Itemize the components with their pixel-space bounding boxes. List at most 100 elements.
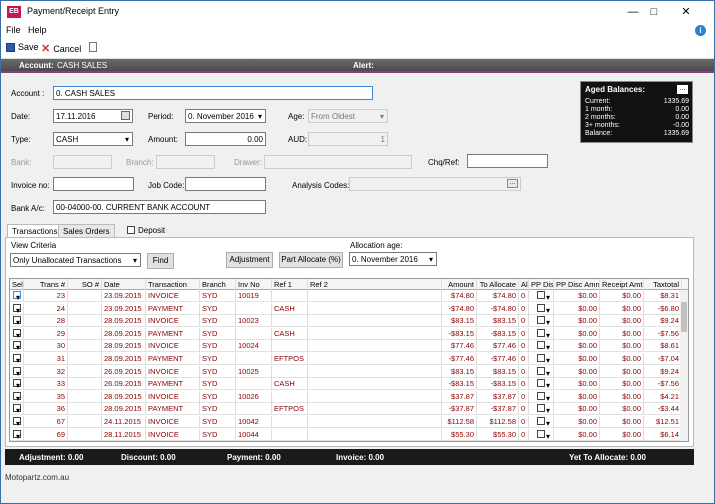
menu-help[interactable]: Help — [28, 25, 47, 35]
grid-scrollbar[interactable] — [680, 290, 688, 441]
invoice-input[interactable] — [53, 177, 134, 191]
cell-pp-disc — [529, 340, 554, 353]
column-header[interactable]: Amount — [442, 279, 477, 290]
row-select-checkbox[interactable] — [12, 303, 21, 312]
pp-disc-checkbox[interactable] — [537, 366, 545, 375]
table-row[interactable]: 3028.09.2015INVOICESYD10024$77.46$77.460… — [10, 340, 682, 353]
bank-ac-input[interactable]: 00-04000-00. CURRENT BANK ACCOUNT — [53, 200, 266, 214]
table-row[interactable]: 3528.09.2015INVOICESYD10026$37.87$37.870… — [10, 390, 682, 403]
save-button[interactable]: Save — [6, 42, 39, 52]
pp-disc-checkbox[interactable] — [537, 303, 545, 312]
branch-input[interactable] — [156, 155, 215, 169]
jobcode-input[interactable] — [185, 177, 266, 191]
row-select-checkbox[interactable] — [12, 379, 21, 388]
pp-disc-checkbox[interactable] — [537, 328, 545, 337]
column-header[interactable]: Ref 1 — [272, 279, 308, 290]
account-header-bar: Account: CASH SALES Alert: — [1, 59, 714, 73]
age-select[interactable]: From Oldest — [308, 109, 388, 123]
table-row[interactable]: 36 28.09.2015PAYMENTSYD EFTPOS -$37.87-$37.… — [10, 403, 682, 416]
type-select[interactable]: CASH — [53, 132, 133, 146]
pp-disc-checkbox[interactable] — [537, 379, 545, 388]
tab-sales-orders[interactable]: Sales Orders — [58, 224, 115, 237]
pp-disc-checkbox[interactable] — [537, 429, 545, 438]
column-header[interactable]: Trans # — [24, 279, 68, 290]
column-header[interactable]: Taxtotal — [644, 279, 682, 290]
tab-transactions[interactable]: Transactions — [7, 224, 63, 237]
cell-tx: PAYMENT — [146, 327, 200, 340]
header-account-value: CASH SALES — [57, 61, 108, 70]
pp-disc-checkbox[interactable] — [537, 341, 545, 350]
notes-button[interactable] — [89, 42, 97, 52]
column-header[interactable]: PP Disc Amnt — [554, 279, 600, 290]
table-row[interactable]: 2828.09.2015INVOICESYD10023$83.15$83.150… — [10, 315, 682, 328]
row-select-checkbox[interactable] — [12, 417, 21, 426]
amount-input[interactable]: 0.00 — [185, 132, 266, 146]
cell-ref2 — [308, 428, 442, 441]
date-input[interactable]: 17.11.2016 — [53, 109, 133, 123]
scrollbar-thumb[interactable] — [681, 302, 687, 332]
column-header[interactable]: Ref 2 — [308, 279, 442, 290]
deposit-checkbox-box[interactable] — [127, 225, 135, 234]
row-select-checkbox[interactable] — [12, 291, 21, 300]
table-row[interactable]: 24 23.09.2015PAYMENTSYD CASH -$74.80-$74.80… — [10, 302, 682, 315]
view-criteria-select[interactable]: Only Unallocated Transactions — [10, 253, 141, 267]
period-select[interactable]: 0. November 2016 — [185, 109, 266, 123]
pp-disc-checkbox[interactable] — [537, 291, 545, 300]
row-select-checkbox[interactable] — [12, 391, 21, 400]
row-select-checkbox[interactable] — [12, 341, 21, 350]
table-row[interactable]: 3226.09.2015INVOICESYD10025$83.15$83.150… — [10, 365, 682, 378]
calendar-icon[interactable] — [121, 111, 130, 120]
menu-file[interactable]: File — [6, 25, 21, 35]
row-select-checkbox[interactable] — [12, 328, 21, 337]
pp-disc-checkbox[interactable] — [537, 316, 545, 325]
column-header[interactable]: Receipt Amt — [600, 279, 644, 290]
aged-balances-title: Aged Balances: — [585, 85, 646, 94]
chqref-input[interactable] — [467, 154, 548, 168]
analysis-codes-input[interactable]: ... — [349, 177, 521, 191]
row-select-checkbox[interactable] — [12, 404, 21, 413]
table-row[interactable]: 29 28.09.2015PAYMENTSYD CASH -$83.15-$83.15… — [10, 327, 682, 340]
drawer-input[interactable] — [264, 155, 412, 169]
row-select-checkbox[interactable] — [12, 354, 21, 363]
pp-disc-checkbox[interactable] — [537, 417, 545, 426]
cancel-button[interactable]: ✕ Cancel — [41, 42, 81, 55]
column-header[interactable]: Transaction — [146, 279, 200, 290]
row-select-checkbox[interactable] — [12, 366, 21, 375]
column-header[interactable]: SO # — [68, 279, 102, 290]
adjustment-total: Adjustment: 0.00 — [19, 453, 84, 462]
find-button[interactable]: Find — [147, 253, 174, 269]
date-label: Date: — [11, 112, 31, 121]
close-button[interactable]: ✕ — [671, 3, 701, 21]
pp-disc-checkbox[interactable] — [537, 404, 545, 413]
column-header[interactable]: Branch — [200, 279, 236, 290]
row-select-checkbox[interactable] — [12, 429, 21, 438]
column-header[interactable]: Sel — [10, 279, 24, 290]
column-header[interactable]: Date — [102, 279, 146, 290]
table-row[interactable]: 67 24.11.2015INVOICESYD10042 $112.58$112.5… — [10, 416, 682, 428]
column-header[interactable]: Inv No — [236, 279, 272, 290]
table-row[interactable]: 31 28.09.2015PAYMENTSYD EFTPOS -$77.46-$77.… — [10, 353, 682, 365]
bank-input[interactable] — [53, 155, 112, 169]
account-input[interactable]: 0. CASH SALES — [53, 86, 373, 100]
cell-ppamt: $0.00 — [554, 378, 600, 391]
table-row[interactable]: 6928.11.2015INVOICESYD10044$55.30$55.300… — [10, 428, 682, 441]
allocation-age-select[interactable]: 0. November 2016 — [349, 252, 437, 266]
column-header[interactable]: PP Disc — [529, 279, 554, 290]
table-row[interactable]: 33 26.09.2015PAYMENTSYD CASH -$83.15-$83.15… — [10, 378, 682, 391]
column-header[interactable]: Al — [519, 279, 529, 290]
column-header[interactable]: To Allocate — [477, 279, 519, 290]
pp-disc-checkbox[interactable] — [537, 354, 545, 363]
part-allocate-button[interactable]: Part Allocate (%) — [279, 252, 343, 268]
table-row[interactable]: 2323.09.2015INVOICESYD10019$74.80$74.800… — [10, 290, 682, 302]
aud-input[interactable]: 1 — [308, 132, 388, 146]
aged-balances-more-icon[interactable]: ... — [677, 85, 688, 94]
info-icon[interactable]: i — [695, 25, 706, 36]
ellipsis-icon[interactable]: ... — [507, 179, 518, 188]
title-bar[interactable]: EB Payment/Receipt Entry — □ ✕ — [1, 1, 714, 23]
adjustment-button[interactable]: Adjustment — [226, 252, 273, 268]
pp-disc-checkbox[interactable] — [537, 391, 545, 400]
row-select-checkbox[interactable] — [12, 316, 21, 325]
deposit-checkbox[interactable]: Deposit — [127, 225, 165, 235]
cell-amount: $77.46 — [442, 340, 477, 353]
maximize-button[interactable]: □ — [639, 3, 669, 21]
